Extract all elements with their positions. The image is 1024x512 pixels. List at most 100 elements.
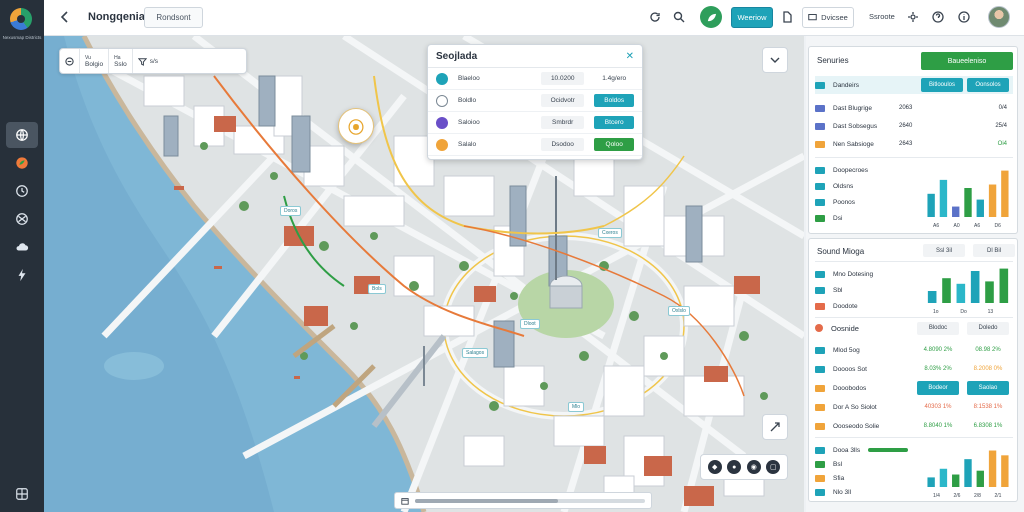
leaf-icon [707, 13, 716, 21]
rail-settings-button[interactable] [6, 481, 38, 507]
location-card: Seojlada ✕ Blaeloo 10.0200 1.4g/ero Boldlo O… [427, 44, 643, 160]
chart-bar[interactable] [952, 206, 960, 217]
network-icon [16, 213, 28, 225]
stat-row[interactable]: Mlod 5og 4.8090 2% 08.98 2% [815, 341, 1013, 359]
refresh-icon[interactable] [648, 10, 662, 24]
stat-row[interactable]: Dooobodos Bodeor Saolao [815, 379, 1013, 397]
map-pin-marker[interactable]: ⦿ [338, 108, 374, 144]
chart-bar[interactable] [976, 199, 984, 217]
chart-bar[interactable] [927, 477, 935, 487]
route-label[interactable]: Ssroote [869, 12, 895, 21]
location-status[interactable]: Qoloo [594, 138, 634, 151]
header-col-a[interactable]: Bitlooulos [921, 78, 963, 92]
rail-network-button[interactable] [6, 206, 38, 232]
location-status[interactable]: 1.4g/ero [594, 75, 634, 82]
close-icon[interactable]: ✕ [626, 51, 634, 62]
chart-bar[interactable] [964, 188, 972, 217]
fullscreen-icon[interactable]: ▢ [766, 460, 781, 474]
filter-tool[interactable]: s/s [133, 49, 163, 73]
map-filter-button[interactable] [762, 47, 788, 73]
chart-bar[interactable] [964, 459, 972, 487]
chart-bar[interactable] [970, 271, 980, 303]
info-icon[interactable] [957, 10, 971, 24]
stat-row[interactable]: Oooseodo Solie 8.8040 1% 6.8308 1% [815, 417, 1013, 435]
layers-tool[interactable]: Ha Sslo [109, 49, 133, 73]
view-button[interactable]: Weeriow [731, 7, 773, 28]
chart-bar[interactable] [927, 193, 935, 217]
map-label[interactable]: Doros [280, 206, 302, 216]
chart-bar[interactable] [1001, 170, 1009, 217]
chart-bar[interactable] [942, 278, 951, 303]
title-chip[interactable]: Rondsont [144, 7, 203, 28]
sound-stat-b[interactable]: Dl Bil [973, 244, 1015, 257]
chart-bar[interactable] [1001, 455, 1009, 487]
map-view[interactable]: Vu Bolgio Ha Sslo s/s Seojlada ✕ Blaeloo… [44, 36, 804, 512]
map-label[interactable]: Oxlslo [668, 306, 690, 316]
sound-row[interactable]: Doodote [815, 297, 915, 315]
file-icon[interactable] [780, 10, 794, 24]
map-label[interactable]: Mlo [568, 402, 585, 412]
rail-bolt-button[interactable] [6, 262, 38, 288]
chart-bar[interactable] [988, 450, 997, 487]
location-row[interactable]: Saloioo Smbrdr Btcero [428, 112, 642, 134]
settings-icon[interactable] [906, 10, 920, 24]
search-icon[interactable] [672, 10, 686, 24]
timeline-track[interactable] [415, 498, 645, 503]
sound-row-label: Mno Dotesing [833, 270, 874, 278]
chart-bar[interactable] [952, 474, 960, 487]
sound-stat-a[interactable]: Ssl 3il [923, 244, 965, 257]
location-row[interactable]: Boldlo Ocidvotr Boldos [428, 90, 642, 112]
stat-row[interactable]: Doooos Sot 8.03% 2% 8.2008 0% [815, 360, 1013, 378]
chart-tick-label: 1/4 [933, 493, 940, 499]
location-status[interactable]: Boldos [594, 94, 634, 107]
map-mode-icon[interactable]: ● [727, 460, 742, 474]
map-label[interactable]: Cxeros [598, 228, 622, 238]
map-label[interactable]: Bols [368, 284, 386, 294]
chart-bar[interactable] [939, 468, 948, 487]
location-row[interactable]: Blaeloo 10.0200 1.4g/ero [428, 68, 642, 90]
route-tool[interactable]: Vu Bolgio [80, 49, 110, 73]
leaf-action-button[interactable] [700, 6, 722, 28]
timeline-slider[interactable] [394, 492, 652, 509]
services-action-button[interactable]: Baueeleniso [921, 52, 1013, 70]
device-button[interactable]: Dvicsee [802, 7, 854, 28]
chart-bar[interactable] [976, 470, 984, 487]
bolt-icon [18, 268, 26, 282]
bottom-row[interactable]: Nlo 3ll [815, 483, 915, 501]
app-logo[interactable] [10, 8, 32, 30]
stat-row[interactable]: Dor A So Siolot 40303 1% 8:1538 1% [815, 398, 1013, 416]
back-arrow-icon[interactable] [58, 10, 72, 24]
location-row[interactable]: Salalo Dsodoo Qoloo [428, 134, 642, 156]
header-col-b[interactable]: Oonsolos [967, 78, 1009, 92]
service-row[interactable]: Nen Sabsioge 2643 Oi4 [815, 135, 1013, 153]
service-row[interactable]: Dast Sobsegus 2640 25/4 [815, 117, 1013, 135]
rail-map-button[interactable] [6, 122, 38, 148]
rail-clock-button[interactable] [6, 178, 38, 204]
chart-bar[interactable] [999, 268, 1009, 303]
chart-bar[interactable] [988, 184, 997, 217]
service-right: Oi4 [997, 141, 1007, 147]
record-icon[interactable]: ◉ [746, 460, 761, 474]
user-avatar[interactable] [988, 6, 1010, 28]
bottom-row-label: Sfia [833, 474, 845, 482]
help-icon[interactable] [931, 10, 945, 24]
section-col-a: Blodoc [917, 321, 959, 335]
locate-button[interactable] [762, 414, 788, 440]
stat-label: Dooobodos [833, 384, 867, 392]
chart-bar[interactable] [927, 291, 937, 303]
layer-toggle-icon[interactable]: ◆ [707, 460, 722, 474]
chart-bar[interactable] [939, 179, 948, 217]
chart-bar[interactable] [956, 283, 966, 303]
stat-value-b: 6.8308 1% [973, 423, 1003, 429]
chart-bar[interactable] [985, 281, 994, 303]
legend-item: Dsi [815, 209, 915, 227]
chart-tick-label: A6 [974, 223, 980, 229]
map-label[interactable]: Salagos [462, 348, 489, 358]
rail-orange-button[interactable] [6, 150, 38, 176]
service-row[interactable]: Dast Blugrige 2063 0/4 [815, 99, 1013, 117]
compass-icon [770, 422, 780, 432]
zoom-out-button[interactable] [60, 49, 80, 73]
rail-cloud-button[interactable] [6, 234, 38, 260]
map-label[interactable]: Dloot [520, 319, 540, 329]
location-status[interactable]: Btcero [594, 116, 634, 129]
